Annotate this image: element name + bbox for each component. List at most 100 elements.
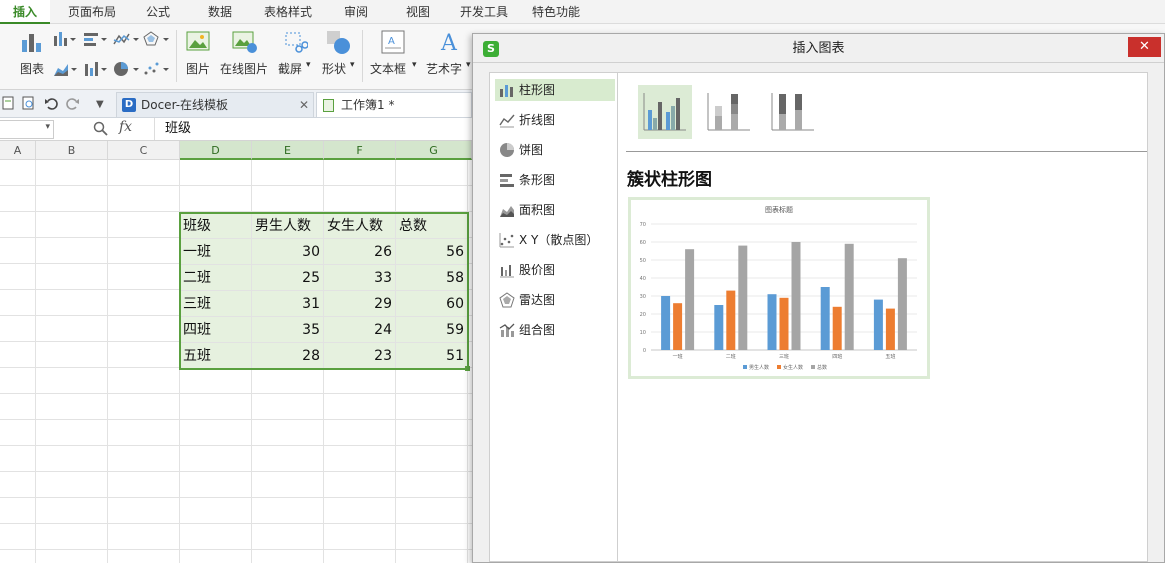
- column-chart-icon[interactable]: [52, 30, 76, 48]
- tab-insert[interactable]: 插入: [0, 0, 50, 24]
- tab-view[interactable]: 视图: [396, 0, 440, 24]
- picture-icon[interactable]: [186, 30, 210, 54]
- bar-总数: [738, 245, 748, 350]
- column-header-b[interactable]: B: [36, 141, 108, 160]
- chart-icon[interactable]: [20, 30, 46, 54]
- chart-type-label: 柱形图: [519, 83, 556, 97]
- line-chart-icon: [499, 114, 515, 128]
- chart-type-column[interactable]: 柱形图: [495, 79, 615, 101]
- chevron-down-icon[interactable]: ▾: [412, 60, 417, 70]
- bar-chart-icon[interactable]: [82, 30, 108, 48]
- formula-bar: ▾ fx 班级: [0, 118, 472, 141]
- close-button[interactable]: ✕: [1128, 37, 1161, 57]
- tab-developer[interactable]: 开发工具: [452, 0, 516, 24]
- y-tick-label: 50: [640, 258, 646, 264]
- tab-formulas[interactable]: 公式: [136, 0, 180, 24]
- shapes-icon[interactable]: [326, 30, 352, 54]
- tab-data[interactable]: 数据: [198, 0, 242, 24]
- bar-女生人数: [832, 306, 842, 350]
- spreadsheet-grid[interactable]: A B C D E F G 班级 男生人数 女生人数 总数 一班 30 26 5…: [0, 141, 472, 563]
- textbox-button-label[interactable]: 文本框: [370, 60, 406, 77]
- column-header-f[interactable]: F: [324, 141, 396, 160]
- y-tick-label: 40: [640, 276, 646, 282]
- fill-handle[interactable]: [465, 366, 470, 371]
- area-chart-icon[interactable]: [52, 60, 78, 78]
- stock-chart-icon[interactable]: [82, 60, 108, 78]
- undo-icon[interactable]: [44, 96, 58, 110]
- zoom-icon[interactable]: [93, 121, 109, 137]
- grid-line: [0, 419, 472, 420]
- tab-table-style[interactable]: 表格样式: [256, 0, 320, 24]
- search-icon[interactable]: [22, 96, 36, 110]
- name-box[interactable]: ▾: [0, 120, 54, 139]
- legend-swatch: [811, 365, 815, 369]
- fx-label[interactable]: fx: [119, 119, 132, 135]
- dialog-titlebar[interactable]: S 插入图表 ✕: [473, 34, 1164, 63]
- chart-type-bar[interactable]: 条形图: [495, 169, 615, 191]
- chevron-down-icon[interactable]: ▾: [45, 122, 50, 132]
- grid-line: [0, 549, 472, 550]
- bar-男生人数: [767, 294, 777, 350]
- tab-review[interactable]: 审阅: [334, 0, 378, 24]
- y-tick-label: 70: [640, 222, 646, 228]
- subtype-title: 簇状柱形图: [627, 170, 712, 190]
- print-preview-icon[interactable]: [2, 96, 16, 110]
- redo-icon[interactable]: [66, 96, 80, 110]
- chevron-down-icon[interactable]: ▼: [96, 92, 104, 117]
- chart-type-stock[interactable]: 股价图: [495, 259, 615, 281]
- wordart-icon[interactable]: A: [438, 28, 462, 54]
- online-picture-icon[interactable]: [232, 30, 258, 54]
- line-chart-icon[interactable]: [112, 30, 140, 48]
- tab-page-layout[interactable]: 页面布局: [60, 0, 124, 24]
- wordart-button-label[interactable]: 艺术字: [426, 60, 462, 77]
- chevron-down-icon[interactable]: ▾: [466, 60, 471, 70]
- textbox-icon[interactable]: A: [381, 30, 405, 54]
- online-picture-button-label[interactable]: 在线图片: [220, 60, 268, 77]
- chart-button-label[interactable]: 图表: [20, 60, 44, 77]
- chart-type-area[interactable]: 面积图: [495, 199, 615, 221]
- chart-type-line[interactable]: 折线图: [495, 109, 615, 131]
- column-header-a[interactable]: A: [0, 141, 36, 160]
- chart-type-combo[interactable]: 组合图: [495, 319, 615, 341]
- legend-swatch: [743, 365, 747, 369]
- formula-input[interactable]: 班级: [154, 118, 472, 140]
- bar-男生人数: [873, 299, 883, 350]
- grid-line: [0, 445, 472, 446]
- screenshot-button-label[interactable]: 截屏: [278, 60, 302, 77]
- grid-line: [0, 185, 472, 186]
- chevron-down-icon[interactable]: ▾: [306, 60, 311, 70]
- tab-special-features[interactable]: 特色功能: [524, 0, 588, 24]
- close-icon[interactable]: ✕: [1139, 39, 1150, 54]
- column-header-g[interactable]: G: [396, 141, 472, 160]
- grid-line: [0, 523, 472, 524]
- bar-总数: [685, 249, 695, 350]
- legend-swatch: [777, 365, 781, 369]
- chart-type-radar[interactable]: 雷达图: [495, 289, 615, 311]
- column-header-d[interactable]: D: [180, 141, 252, 160]
- tab-workbook[interactable]: 工作簿1 *: [316, 92, 472, 117]
- subtype-percent-stacked-column[interactable]: [766, 85, 820, 139]
- tab-workbook-label: 工作簿1 *: [341, 98, 395, 112]
- picture-button-label[interactable]: 图片: [186, 60, 210, 77]
- grid-line: [0, 393, 472, 394]
- bar-女生人数: [726, 290, 736, 350]
- radar-chart-icon[interactable]: [142, 30, 170, 48]
- chart-title: 图表标题: [765, 205, 793, 214]
- percent-stacked-column-icon: [771, 93, 814, 131]
- grid-line: [0, 471, 472, 472]
- bar-总数: [791, 242, 801, 350]
- tab-docer[interactable]: D Docer-在线模板 ✕: [116, 92, 314, 117]
- pie-chart-icon[interactable]: [112, 60, 140, 78]
- chart-type-scatter[interactable]: X Y（散点图）: [495, 229, 615, 251]
- close-icon[interactable]: ✕: [299, 93, 309, 118]
- chevron-down-icon[interactable]: ▾: [350, 60, 355, 70]
- column-header-e[interactable]: E: [252, 141, 324, 160]
- scatter-chart-icon[interactable]: [142, 60, 170, 78]
- shapes-button-label[interactable]: 形状: [322, 60, 346, 77]
- subtype-stacked-column[interactable]: [702, 85, 756, 139]
- column-header-c[interactable]: C: [108, 141, 180, 160]
- scissors-icon[interactable]: [284, 30, 308, 54]
- chart-type-pie[interactable]: 饼图: [495, 139, 615, 161]
- subtype-clustered-column[interactable]: [638, 85, 692, 139]
- chart-preview[interactable]: 图表标题 0 10 20 30 40 50 60 70 一班 二班 三班 四班 五班 男生人数 女生人数 总数: [628, 197, 930, 379]
